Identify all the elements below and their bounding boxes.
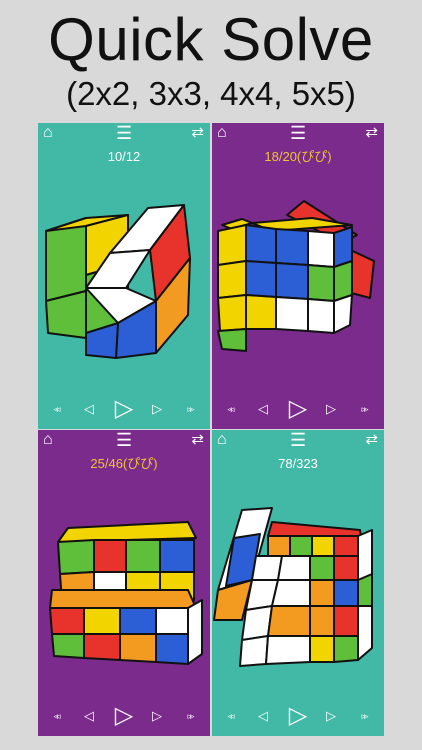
cube-2x2-view[interactable] bbox=[38, 123, 210, 429]
fast-forward-icon[interactable]: ▹▹ bbox=[354, 702, 374, 730]
play-icon[interactable]: ▷ bbox=[286, 702, 310, 730]
rewind-icon[interactable]: ◃◃ bbox=[220, 395, 240, 423]
cube-5x5-view[interactable] bbox=[212, 430, 384, 736]
puzzle-panel-2x2: ⌂ ☰ ⇄ 10/12 ◃◃ ◁ ▷ ▷ ▹▹ bbox=[38, 123, 210, 429]
step-back-icon[interactable]: ◁ bbox=[254, 702, 272, 730]
fast-forward-icon[interactable]: ▹▹ bbox=[180, 395, 200, 423]
step-forward-icon[interactable]: ▷ bbox=[148, 395, 166, 423]
step-forward-icon[interactable]: ▷ bbox=[322, 395, 340, 423]
puzzle-panel-5x5: ⌂ ☰ ⇄ 78/323 ◃◃ ◁ ▷ ▷ ▹▹ bbox=[212, 430, 384, 736]
rewind-icon[interactable]: ◃◃ bbox=[46, 702, 66, 730]
puzzle-panel-3x3: ⌂ ☰ ⇄ 18/20(ぴぴ) ◃◃ ◁ ▷ ▷ ▹▹ bbox=[212, 123, 384, 429]
cube-4x4-view[interactable] bbox=[38, 430, 210, 736]
rewind-icon[interactable]: ◃◃ bbox=[220, 702, 240, 730]
playback-controls: ◃◃ ◁ ▷ ▷ ▹▹ bbox=[212, 702, 384, 730]
rewind-icon[interactable]: ◃◃ bbox=[46, 395, 66, 423]
play-icon[interactable]: ▷ bbox=[112, 702, 136, 730]
page-subtitle: (2x2, 3x3, 4x4, 5x5) bbox=[66, 75, 356, 112]
step-back-icon[interactable]: ◁ bbox=[80, 702, 98, 730]
fast-forward-icon[interactable]: ▹▹ bbox=[354, 395, 374, 423]
cube-3x3-view[interactable] bbox=[212, 123, 384, 429]
play-icon[interactable]: ▷ bbox=[286, 395, 310, 423]
fast-forward-icon[interactable]: ▹▹ bbox=[180, 702, 200, 730]
step-forward-icon[interactable]: ▷ bbox=[322, 702, 340, 730]
playback-controls: ◃◃ ◁ ▷ ▷ ▹▹ bbox=[212, 395, 384, 423]
puzzle-panel-4x4: ⌂ ☰ ⇄ 25/46(ぴぴ) ◃◃ ◁ ▷ ▷ ▹▹ bbox=[38, 430, 210, 736]
playback-controls: ◃◃ ◁ ▷ ▷ ▹▹ bbox=[38, 395, 210, 423]
play-icon[interactable]: ▷ bbox=[112, 395, 136, 423]
step-back-icon[interactable]: ◁ bbox=[254, 395, 272, 423]
step-forward-icon[interactable]: ▷ bbox=[148, 702, 166, 730]
playback-controls: ◃◃ ◁ ▷ ▷ ▹▹ bbox=[38, 702, 210, 730]
page-title: Quick Solve bbox=[48, 6, 374, 73]
step-back-icon[interactable]: ◁ bbox=[80, 395, 98, 423]
